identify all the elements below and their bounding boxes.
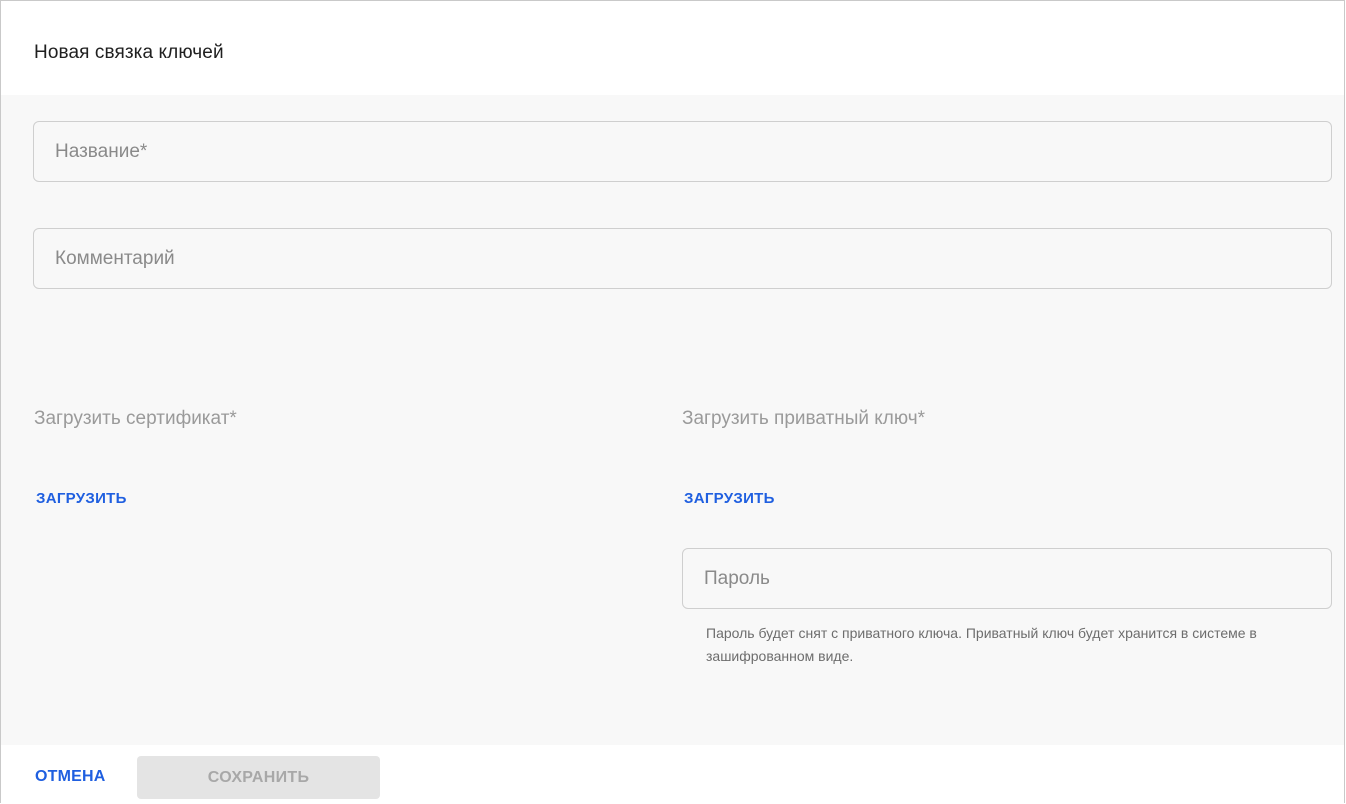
dialog-header: Новая связка ключей — [1, 1, 1344, 95]
certificate-upload-button[interactable]: ЗАГРУЗИТЬ — [36, 490, 127, 507]
name-input[interactable]: Название* — [33, 121, 1332, 182]
new-keyring-dialog: Новая связка ключей Название* Комментари… — [0, 0, 1345, 804]
dialog-footer: ОТМЕНА СОХРАНИТЬ — [1, 745, 1344, 804]
password-hint: Пароль будет снят с приватного ключа. Пр… — [706, 625, 1257, 664]
dialog-title: Новая связка ключей — [34, 42, 224, 63]
private-key-upload-label: Загрузить приватный ключ* — [682, 408, 926, 429]
dialog-body: Название* Комментарий Загрузить сертифик… — [1, 95, 1344, 745]
private-key-upload-button[interactable]: ЗАГРУЗИТЬ — [684, 490, 775, 507]
save-button[interactable]: СОХРАНИТЬ — [137, 756, 380, 799]
cancel-button[interactable]: ОТМЕНА — [35, 768, 106, 786]
certificate-upload-label: Загрузить сертификат* — [34, 408, 237, 429]
comment-input[interactable]: Комментарий — [33, 228, 1332, 289]
password-input[interactable]: Пароль — [682, 548, 1332, 609]
